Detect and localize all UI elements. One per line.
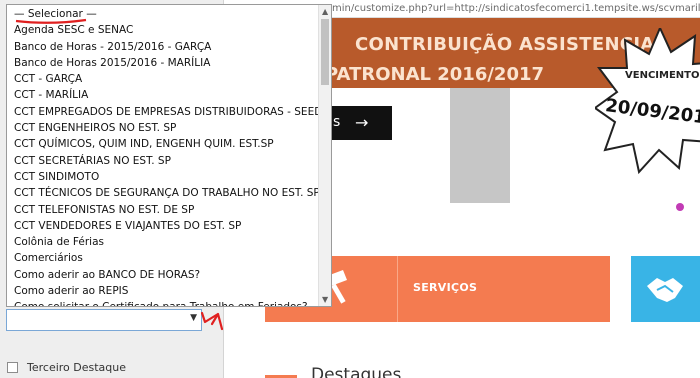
scroll-thumb[interactable]	[321, 19, 329, 85]
dropdown-option[interactable]: Colônia de Férias	[7, 234, 319, 250]
dropdown-option[interactable]: Banco de Horas 2015/2016 - MARÍLIA	[7, 55, 319, 71]
checkbox-row-terceiro-destaque[interactable]: Terceiro Destaque	[7, 361, 126, 374]
chevron-down-icon[interactable]: ▼	[190, 313, 197, 323]
partners-tile[interactable]	[631, 256, 700, 322]
dropdown-option[interactable]: CCT EMPREGADOS DE EMPRESAS DISTRIBUIDORA…	[7, 104, 319, 120]
dropdown-option[interactable]: CCT ENGENHEIROS NO EST. SP	[7, 120, 319, 136]
section-title: Destaques	[311, 365, 402, 378]
terceiro-destaque-checkbox[interactable]	[7, 362, 18, 373]
dropdown-option[interactable]: CCT QUÍMICOS, QUIM IND, ENGENH QUIM. EST…	[7, 136, 319, 152]
banner-button[interactable]: s →	[325, 106, 392, 140]
scroll-up-icon[interactable]: ▲	[322, 7, 328, 16]
services-label: SERVIÇOS	[413, 281, 478, 294]
page-dropdown-list[interactable]: — Selecionar — Agenda SESC e SENAC Banco d…	[6, 4, 332, 307]
page-select[interactable]: ▼	[6, 309, 202, 331]
dropdown-option[interactable]: Como aderir ao REPIS	[7, 283, 319, 299]
handshake-icon	[647, 278, 683, 302]
dropdown-option-placeholder[interactable]: — Selecionar —	[7, 6, 319, 22]
badge-label: VENCIMENTO	[625, 70, 700, 81]
banner-title-line2: PATRONAL 2016/2017	[325, 64, 545, 85]
dropdown-option[interactable]: CCT - MARÍLIA	[7, 87, 319, 103]
slider-dot[interactable]	[676, 203, 684, 211]
dropdown-options: — Selecionar — Agenda SESC e SENAC Banco d…	[7, 6, 319, 306]
banner-button-label: s	[333, 114, 341, 130]
arrow-right-icon: →	[355, 113, 369, 132]
dropdown-option[interactable]: CCT SECRETÁRIAS NO EST. SP	[7, 153, 319, 169]
dropdown-scrollbar[interactable]: ▲ ▼	[318, 5, 331, 306]
dropdown-option[interactable]: Como aderir ao BANCO DE HORAS?	[7, 267, 319, 283]
dropdown-option[interactable]: Agenda SESC e SENAC	[7, 22, 319, 38]
url-bar[interactable]: min/customize.php?url=http://sindicatosf…	[328, 0, 700, 18]
tile-divider	[397, 256, 398, 322]
checkbox-label: Terceiro Destaque	[27, 361, 127, 374]
dropdown-option[interactable]: CCT VENDEDORES E VIAJANTES DO EST. SP	[7, 218, 319, 234]
dropdown-option[interactable]: CCT SINDIMOTO	[7, 169, 319, 185]
scroll-down-icon[interactable]: ▼	[322, 295, 328, 304]
dropdown-option[interactable]: Como solicitar o Certificado para Trabal…	[7, 299, 319, 306]
dropdown-option[interactable]: CCT - GARÇA	[7, 71, 319, 87]
dropdown-option[interactable]: Banco de Horas - 2015/2016 - GARÇA	[7, 39, 319, 55]
dropdown-option[interactable]: Comerciários	[7, 250, 319, 266]
dropdown-option[interactable]: CCT TÉCNICOS DE SEGURANÇA DO TRABALHO NO…	[7, 185, 319, 201]
dropdown-option[interactable]: CCT TELEFONISTAS NO EST. DE SP	[7, 202, 319, 218]
